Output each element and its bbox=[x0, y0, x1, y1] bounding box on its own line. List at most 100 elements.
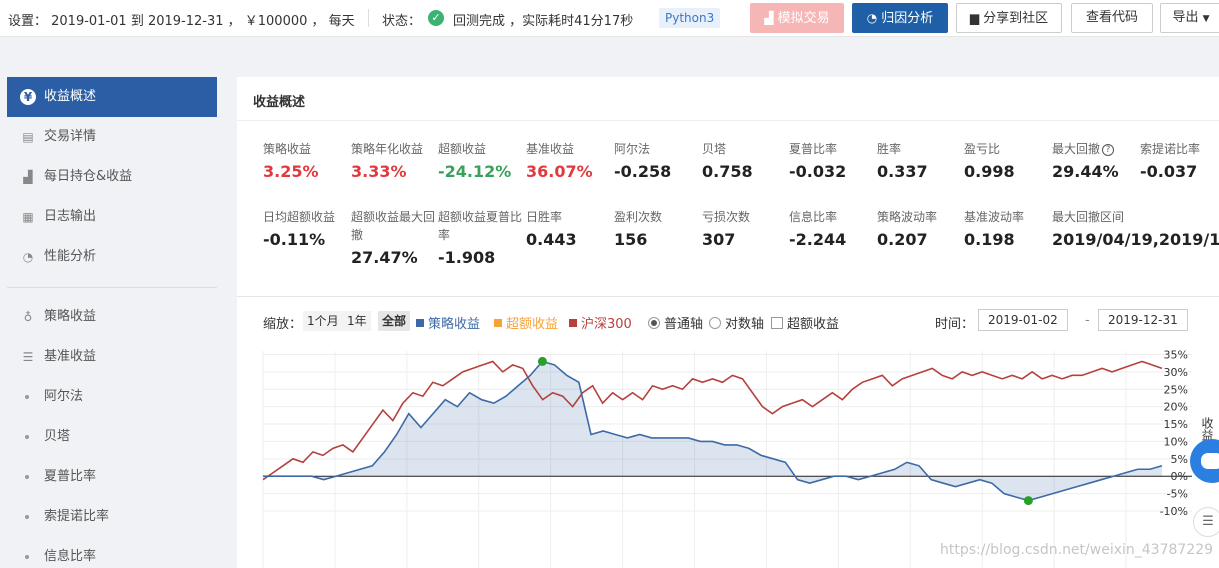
metric-label: 基准收益 bbox=[526, 142, 575, 156]
normal-axis-radio[interactable]: 普通轴 bbox=[648, 313, 703, 332]
sidebar-item-benchmark-return[interactable]: ☰ 基准收益 bbox=[7, 337, 217, 377]
marker-min[interactable] bbox=[1023, 496, 1033, 506]
legend-excess[interactable]: 超额收益 bbox=[494, 313, 558, 332]
y-tick-label: 15% bbox=[1164, 418, 1188, 431]
chat-icon bbox=[1201, 453, 1219, 469]
legend-benchmark[interactable]: 沪深300 bbox=[569, 313, 632, 332]
y-tick-label: 35% bbox=[1164, 348, 1188, 361]
metric-sharpe: 夏普比率 -0.032 bbox=[789, 140, 877, 181]
metric-value: 3.33% bbox=[351, 162, 407, 181]
sidebar-item-label: 阿尔法 bbox=[44, 389, 84, 404]
list-icon[interactable]: ☰ bbox=[1193, 507, 1219, 537]
metric-value: -2.244 bbox=[789, 230, 847, 249]
metric-label: 亏损次数 bbox=[702, 210, 751, 224]
metric-value: -0.037 bbox=[1140, 162, 1198, 181]
metric-value: 2019/04/19,2019/11/ bbox=[1052, 230, 1219, 249]
metric-win-rate: 胜率 0.337 bbox=[877, 140, 965, 181]
divider bbox=[368, 9, 369, 27]
metric-label: 最大回撤? bbox=[1052, 140, 1140, 158]
sidebar: ¥ 收益概述 ▤ 交易详情 ▟ 每日持仓&收益 ▦ 日志输出 ◔ 性能分析 ♁ … bbox=[0, 77, 222, 568]
calendar-icon: ▦ bbox=[22, 210, 34, 224]
metric-value: 29.44% bbox=[1052, 162, 1119, 181]
zoom-all-button[interactable]: 全部 bbox=[378, 311, 411, 331]
sidebar-item-label: 夏普比率 bbox=[44, 469, 97, 484]
legend-swatch bbox=[569, 319, 577, 327]
comment-icon: ▆ bbox=[969, 11, 980, 25]
y-tick-label: 0% bbox=[1171, 470, 1188, 483]
excess-return-checkbox[interactable]: 超额收益 bbox=[771, 313, 839, 332]
y-tick-label: 5% bbox=[1171, 453, 1188, 466]
main-panel: 收益概述 策略收益 3.25% 策略年化收益 3.33% 超额收益 -24.12… bbox=[237, 77, 1219, 568]
sidebar-item-sortino[interactable]: 索提诺比率 bbox=[7, 497, 217, 537]
metric-label: 夏普比率 bbox=[789, 142, 838, 156]
metric-label: 阿尔法 bbox=[614, 142, 651, 156]
date-to-input[interactable]: 2019-12-31 bbox=[1098, 309, 1188, 331]
sidebar-item-beta[interactable]: 贝塔 bbox=[7, 417, 217, 457]
sidebar-item-logs[interactable]: ▦ 日志输出 bbox=[7, 197, 217, 237]
top-bar: 设置： 2019-01-01 到 2019-12-31 ， ￥100000 ， … bbox=[0, 0, 1219, 37]
sidebar-item-strategy-return[interactable]: ♁ 策略收益 bbox=[7, 297, 217, 337]
metric-info-ratio: 信息比率 -2.244 bbox=[789, 208, 877, 249]
document-icon: ▤ bbox=[22, 130, 34, 144]
metric-value: -0.11% bbox=[263, 230, 326, 249]
metric-value: 27.47% bbox=[351, 248, 418, 267]
bullet-icon bbox=[25, 555, 29, 559]
sidebar-item-overview[interactable]: ¥ 收益概述 bbox=[7, 77, 217, 117]
metric-daily-excess: 日均超额收益 -0.11% bbox=[263, 208, 351, 249]
export-label: 导出 bbox=[1172, 10, 1199, 25]
legend-swatch bbox=[494, 319, 502, 327]
marker-max[interactable] bbox=[537, 356, 547, 366]
metric-label: 信息比率 bbox=[789, 210, 838, 224]
metric-win-count: 盈利次数 156 bbox=[614, 208, 702, 249]
metric-value: -0.032 bbox=[789, 162, 847, 181]
checkbox-label: 超额收益 bbox=[787, 317, 840, 332]
metric-label: 索提诺比率 bbox=[1140, 142, 1201, 156]
metric-benchmark-return: 基准收益 36.07% bbox=[526, 140, 614, 181]
metric-value: 307 bbox=[702, 230, 736, 249]
caret-down-icon: ▼ bbox=[1202, 14, 1210, 24]
sidebar-item-alpha[interactable]: 阿尔法 bbox=[7, 377, 217, 417]
metric-value: 36.07% bbox=[526, 162, 593, 181]
date-from-input[interactable]: 2019-01-02 bbox=[978, 309, 1068, 331]
simulate-trade-label: 模拟交易 bbox=[777, 11, 830, 26]
attribution-label: 归因分析 bbox=[881, 11, 934, 26]
sidebar-item-label: 日志输出 bbox=[44, 209, 97, 224]
question-icon[interactable]: ? bbox=[1102, 144, 1115, 156]
metric-label: 策略波动率 bbox=[877, 210, 938, 224]
legend-swatch bbox=[416, 319, 424, 327]
y-tick-label: -10% bbox=[1160, 505, 1188, 518]
metric-value: -1.908 bbox=[438, 248, 496, 267]
sidebar-item-positions[interactable]: ▟ 每日持仓&收益 bbox=[7, 157, 217, 197]
sidebar-item-trades[interactable]: ▤ 交易详情 bbox=[7, 117, 217, 157]
sidebar-item-performance[interactable]: ◔ 性能分析 bbox=[7, 237, 217, 277]
sidebar-item-info-ratio[interactable]: 信息比率 bbox=[7, 537, 217, 568]
page-title: 收益概述 bbox=[253, 95, 306, 110]
view-code-button[interactable]: 查看代码 bbox=[1071, 3, 1153, 33]
metric-value: 0.337 bbox=[877, 162, 928, 181]
radio-icon bbox=[709, 317, 721, 329]
metric-value: 156 bbox=[614, 230, 648, 249]
metric-label: 策略收益 bbox=[263, 142, 312, 156]
backtest-settings: 设置： 2019-01-01 到 2019-12-31 ， ￥100000 ， … bbox=[8, 14, 355, 29]
zoom-1-month-button[interactable]: 1个月 bbox=[303, 311, 343, 331]
radio-label: 对数轴 bbox=[725, 317, 765, 332]
sidebar-item-label: 交易详情 bbox=[44, 129, 97, 144]
simulate-trade-button[interactable]: ▟ 模拟交易 bbox=[750, 3, 844, 33]
metric-value: -24.12% bbox=[438, 162, 512, 181]
sidebar-item-label: 索提诺比率 bbox=[44, 509, 110, 524]
zoom-1-year-button[interactable]: 1年 bbox=[343, 311, 371, 331]
metric-value: 0.998 bbox=[964, 162, 1015, 181]
export-button[interactable]: 导出 ▼ bbox=[1160, 3, 1219, 33]
metric-strategy-return: 策略收益 3.25% bbox=[263, 140, 351, 181]
metric-value: 0.198 bbox=[964, 230, 1015, 249]
metric-label: 超额收益 bbox=[438, 142, 487, 156]
attribution-button[interactable]: ◔ 归因分析 bbox=[852, 3, 948, 33]
sidebar-item-sharpe[interactable]: 夏普比率 bbox=[7, 457, 217, 497]
sidebar-item-label: 信息比率 bbox=[44, 549, 97, 564]
legend-strategy[interactable]: 策略收益 bbox=[416, 313, 480, 332]
log-axis-radio[interactable]: 对数轴 bbox=[709, 313, 764, 332]
metric-label: 最大回撤区间 bbox=[1052, 210, 1125, 224]
bullet-icon bbox=[25, 395, 29, 399]
share-button[interactable]: ▆ 分享到社区 bbox=[956, 3, 1062, 33]
metric-value: 0.207 bbox=[877, 230, 928, 249]
